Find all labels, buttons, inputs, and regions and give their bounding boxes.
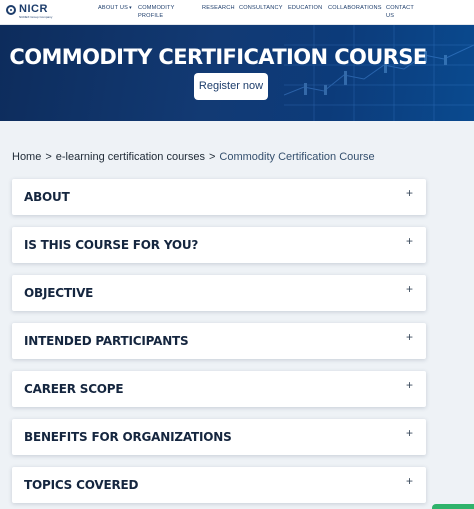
accordion-title: ABOUT <box>24 190 70 204</box>
plus-icon: + <box>405 474 413 488</box>
logo-tagline: NCDEX Group Company <box>19 15 53 19</box>
accordion-title: CAREER SCOPE <box>24 382 124 396</box>
accordion-title: OBJECTIVE <box>24 286 94 300</box>
accordion-intended-participants[interactable]: INTENDED PARTICIPANTS + <box>12 323 426 359</box>
accordion-objective[interactable]: OBJECTIVE + <box>12 275 426 311</box>
accordion-title: BENEFITS FOR ORGANIZATIONS <box>24 430 232 444</box>
accordion-career-scope[interactable]: CAREER SCOPE + <box>12 371 426 407</box>
plus-icon: + <box>405 186 413 200</box>
breadcrumb-separator: > <box>45 151 52 163</box>
accordion-benefits-for-organizations[interactable]: BENEFITS FOR ORGANIZATIONS + <box>12 419 426 455</box>
page-title: COMMODITY CERTIFICATION COURSE <box>9 45 427 69</box>
accordion-title: INTENDED PARTICIPANTS <box>24 334 189 348</box>
plus-icon: + <box>405 330 413 344</box>
accordion-is-this-course-for-you[interactable]: IS THIS COURSE FOR YOU? + <box>12 227 426 263</box>
plus-icon: + <box>405 234 413 248</box>
chart-background-graphic <box>284 25 474 121</box>
chevron-down-icon: ▾ <box>129 5 132 11</box>
nav-contact-us[interactable]: CONTACT US <box>386 4 414 20</box>
accordion-title: IS THIS COURSE FOR YOU? <box>24 238 199 252</box>
chat-widget-button[interactable] <box>432 504 474 509</box>
nav-commodity-profile[interactable]: COMMODITY PROFILE <box>138 4 186 20</box>
plus-icon: + <box>405 426 413 440</box>
logo-text: NICR <box>19 3 48 15</box>
accordion-about[interactable]: ABOUT + <box>12 179 426 215</box>
hero-banner: COMMODITY CERTIFICATION COURSE Register … <box>0 25 474 121</box>
breadcrumb-current: Commodity Certification Course <box>219 151 375 163</box>
breadcrumb: Home > e-learning certification courses > Co… <box>12 151 375 163</box>
nav-education[interactable]: EDUCATION <box>288 4 322 12</box>
accordion-title: TOPICS COVERED <box>24 478 139 492</box>
top-navigation-bar: NICR NCDEX Group Company ABOUT US▾ COMMO… <box>0 0 474 25</box>
breadcrumb-home-link[interactable]: Home <box>12 151 41 163</box>
nav-about-us[interactable]: ABOUT US▾ <box>98 4 132 12</box>
plus-icon: + <box>405 378 413 392</box>
nav-about-us-label: ABOUT US <box>98 5 129 11</box>
nav-collaborations[interactable]: COLLABORATIONS <box>328 4 382 12</box>
breadcrumb-section-link[interactable]: e-learning certification courses <box>56 151 205 163</box>
nav-research[interactable]: RESEARCH <box>202 4 235 12</box>
nicr-logo-icon <box>6 5 16 15</box>
register-now-button[interactable]: Register now <box>194 73 268 100</box>
accordion-topics-covered[interactable]: TOPICS COVERED + <box>12 467 426 503</box>
nicr-logo[interactable]: NICR NCDEX Group Company <box>6 3 56 22</box>
plus-icon: + <box>405 282 413 296</box>
nav-consultancy[interactable]: CONSULTANCY <box>239 4 283 12</box>
breadcrumb-separator: > <box>208 151 216 163</box>
